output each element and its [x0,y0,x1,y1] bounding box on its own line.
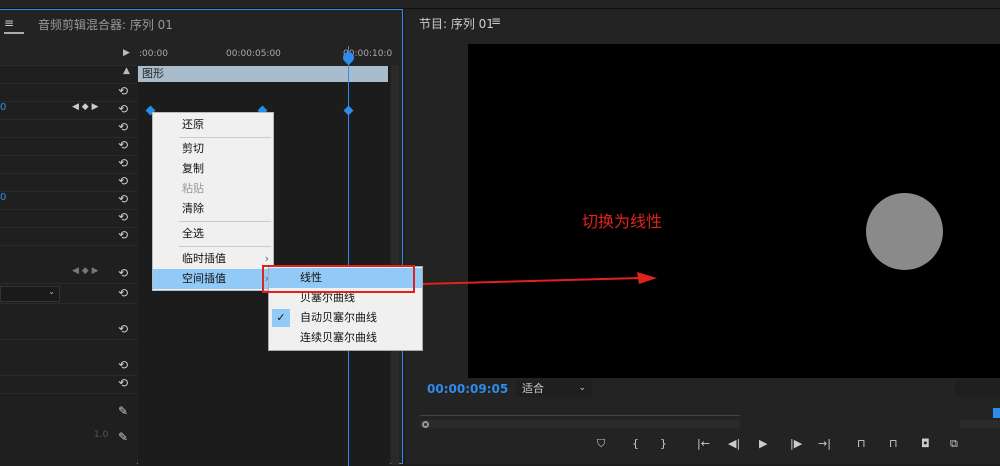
context-menu: 还原 剪切 复制 粘贴 清除 全选 临时插值 › 空间插值 › [152,112,274,291]
reset-icon[interactable]: ⟲ [118,84,128,98]
reset-icon[interactable]: ⟲ [118,156,128,170]
property-row: ⟲ [0,358,137,376]
ruler-label: :00:00 [139,49,168,59]
compare-icon[interactable]: ⧉ [950,437,958,451]
reset-icon[interactable]: ⟲ [118,358,128,372]
property-value[interactable]: 0 [0,102,6,113]
reset-icon[interactable]: ⟲ [118,376,128,390]
zoom-scrollbar[interactable] [420,420,740,428]
property-row: 0 ⟲ [0,192,137,210]
go-to-in-icon[interactable]: |← [697,437,710,450]
submenu-item-auto-bezier[interactable]: ✓ 自动贝塞尔曲线 [269,308,422,328]
menu-item-paste: 粘贴 [182,182,204,195]
step-back-icon[interactable]: ◀| [728,437,740,450]
dropdown[interactable]: ⌄ [0,286,60,302]
hamburger-icon[interactable]: ≡ [491,14,501,28]
property-header: ▶ [0,46,137,66]
in-point-icon[interactable]: { [632,437,639,450]
ruler-label: 00:00:05:00 [226,49,281,59]
go-to-out-icon[interactable]: →| [818,437,831,450]
property-row: ⟲ [0,322,137,340]
lift-icon[interactable]: ⊓ [857,437,866,450]
annotation-text: 切换为线性 [582,212,663,231]
menu-item-temporal-interpolation[interactable]: 临时插值 › [153,249,273,269]
fit-value: 适合 [522,382,544,395]
property-row: ⟲ [0,228,137,246]
property-row: ⟲ [0,174,137,192]
fit-dropdown[interactable]: 适合 ⌄ [516,380,592,397]
menu-separator [179,246,271,247]
chevron-down-icon: ⌄ [578,383,586,393]
property-row: ⟲ [0,138,137,156]
menu-item-label: 临时插值 [182,252,226,265]
reset-icon[interactable]: ⟲ [118,192,128,206]
reset-icon[interactable]: ⟲ [118,322,128,336]
scrollbar-handle[interactable] [422,421,429,428]
property-row: 0 ◀ ◆ ▶ ⟲ [0,102,137,120]
reset-icon[interactable]: ⟲ [118,138,128,152]
reset-icon[interactable]: ⟲ [118,228,128,242]
panel-tabs: ≡ 音频剪辑混合器: 序列 01 [0,10,402,38]
property-row: ⟲ [0,120,137,138]
property-value[interactable]: 0 [0,192,6,203]
eyedropper-icon[interactable]: ✎ [118,404,128,418]
menu-separator [179,137,271,138]
property-row: ◀ ◆ ▶ ⟲ [0,266,137,284]
menu-item-copy[interactable]: 复制 [153,159,273,179]
annotation-arrow [419,272,657,285]
menu-item-undo[interactable]: 还原 [153,115,273,135]
step-forward-icon[interactable]: |▶ [790,437,802,450]
quality-dropdown[interactable] [955,380,1000,397]
submenu-item-label: 自动贝塞尔曲线 [300,311,377,324]
zoom-scrollbar-end[interactable] [960,420,1000,428]
playhead[interactable] [348,46,349,466]
menu-item-cut[interactable]: 剪切 [153,139,273,159]
timecode[interactable]: 00:00:09:05 [427,382,508,396]
top-bar [0,0,1000,9]
property-row: ▲ [0,66,137,84]
reset-icon[interactable]: ⟲ [118,210,128,224]
out-point-icon[interactable]: } [660,437,667,450]
reset-icon[interactable]: ⟲ [118,174,128,188]
menu-separator [179,221,271,222]
play-icon[interactable]: ▶ [759,437,767,450]
property-list: ▶ ▲ ⟲ 0 ◀ ◆ ▶ ⟲ ⟲ ⟲ ⟲ ⟲ 0 ⟲ ⟲ ⟲ ◀ ◆ ▶ ⟲ ⌄ ⟲ ⟲… [0,46,137,466]
reset-icon[interactable]: ⟲ [118,120,128,134]
extract-icon[interactable]: ⊓ [889,437,898,450]
menu-item-select-all[interactable]: 全选 [153,224,273,244]
tab-audio-clip-mixer[interactable]: 音频剪辑混合器: 序列 01 [38,16,173,33]
panel-title[interactable]: 节目: 序列 01 [419,15,494,32]
property-row: ✎ [0,404,137,422]
reset-icon[interactable]: ⟲ [118,266,128,280]
property-row: 1.0 ✎ [0,430,137,448]
mini-ruler[interactable] [420,408,740,416]
circle-shape [866,193,943,270]
submenu-item-continuous-bezier[interactable]: 连续贝塞尔曲线 [269,328,422,348]
annotation-highlight-box [262,265,415,293]
reset-icon[interactable]: ⟲ [118,286,128,300]
camera-icon[interactable]: ◘ [921,437,930,450]
property-row: ⟲ [0,210,137,228]
marker-icon[interactable]: ⛉ [597,437,605,451]
opacity-value[interactable]: 1.0 [94,430,108,440]
menu-item-spatial-interpolation[interactable]: 空间插值 › [153,269,273,289]
playhead-marker[interactable] [993,408,1000,418]
eyedropper-icon[interactable]: ✎ [118,430,128,444]
property-row: ⟲ [0,156,137,174]
property-row: ⌄ ⟲ [0,286,137,304]
reset-icon[interactable]: ⟲ [118,102,128,116]
keyframe-nav-icon[interactable]: ◀ ◆ ▶ [72,102,99,112]
hamburger-icon[interactable]: ≡ [4,16,25,34]
keyframe-nav-icon[interactable]: ◀ ◆ ▶ [72,266,99,276]
menu-item-label: 空间插值 [182,272,226,285]
check-icon: ✓ [272,309,290,327]
menu-item-clear[interactable]: 清除 [153,199,273,219]
property-row: ⟲ [0,376,137,394]
property-row: ⟲ [0,84,137,102]
clip-bar[interactable]: 图形 [138,66,388,82]
